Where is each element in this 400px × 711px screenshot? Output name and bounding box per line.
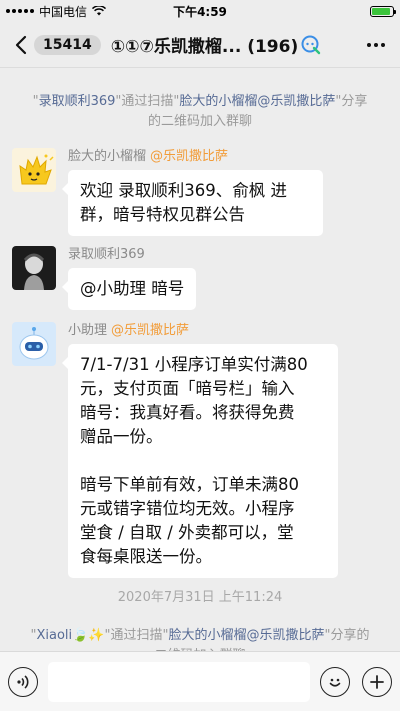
message-text-input[interactable] (48, 661, 310, 702)
sender-name-text: 小助理 (68, 323, 108, 338)
status-time: 下午4:59 (173, 4, 227, 19)
chat-message-list[interactable]: "录取顺利369"通过扫描"脸大的小榴榴@乐凯撒比萨"分享的二维码加入群聊 脸大… (0, 68, 400, 651)
message-input-bar (0, 651, 400, 711)
more-options-icon[interactable] (362, 42, 390, 47)
sys-user-link[interactable]: Xiaoli🍃✨ (36, 628, 104, 643)
system-join-notice: "Xiaoli🍃✨"通过扫描"脸大的小榴榴@乐凯撒比萨"分享的二维码加入群聊 (0, 626, 400, 651)
carrier-label: 中国电信 (39, 4, 88, 19)
message-timestamp: 2020年7月31日 上午11:24 (117, 590, 283, 605)
unread-count-badge[interactable]: 15414 (34, 34, 101, 55)
message-bubble[interactable]: 欢迎 录取顺利369、俞枫 进 群，暗号特权见群公告 (62, 170, 323, 236)
sender-org-tag: @乐凯撒比萨 (111, 323, 190, 338)
chat-message: 小助理 @乐凯撒比萨 7/1-7/31 小程序订单实付满80 元，支付页面「暗号栏… (12, 322, 338, 578)
system-join-notice: "录取顺利369"通过扫描"脸大的小榴榴@乐凯撒比萨"分享的二维码加入群聊 (0, 92, 400, 132)
voice-input-icon[interactable] (8, 666, 38, 697)
sys-user-link[interactable]: 录取顺利369 (39, 94, 116, 109)
sender-name-text: 脸大的小榴榴 (68, 149, 147, 164)
sys-inviter-link[interactable]: 脸大的小榴榴@乐凯撒比萨 (179, 94, 335, 109)
chat-title: ①①⑦乐凯撒榴... (196) (111, 32, 344, 57)
sys-mid-text: "通过扫描" (115, 94, 180, 109)
avatar-user-photo[interactable] (12, 246, 56, 290)
avatar-durian-mascot[interactable] (12, 148, 56, 192)
sender-name: 小助理 @乐凯撒比萨 (68, 322, 338, 340)
sender-org-tag: @乐凯撒比萨 (150, 149, 229, 164)
avatar-robot[interactable] (12, 322, 56, 366)
status-bar: 中国电信 下午4:59 (0, 0, 400, 22)
sys-inviter-link[interactable]: 脸大的小榴榴@乐凯撒比萨 (169, 628, 325, 643)
battery-icon (370, 5, 396, 17)
message-bubble[interactable]: @小助理 暗号 (61, 268, 197, 310)
back-chevron-icon[interactable] (10, 34, 32, 56)
chat-title-text: ①①⑦乐凯撒榴... (196) (110, 37, 299, 57)
message-bubble[interactable]: 7/1-7/31 小程序订单实付满80 元，支付页面「暗号栏」输入 暗号：我真好… (62, 344, 338, 578)
more-functions-plus-icon[interactable] (362, 666, 392, 697)
chat-message: 录取顺利369 @小助理 暗号 (12, 246, 197, 310)
signal-icon (6, 9, 34, 13)
sender-name-text: 录取顺利369 (68, 247, 145, 262)
chat-header: 15414 ①①⑦乐凯撒榴... (196) (0, 22, 400, 68)
emoji-icon[interactable] (320, 666, 350, 697)
wifi-icon (92, 6, 107, 16)
enterprise-group-icon (301, 35, 321, 54)
sys-mid-text: "通过扫描" (104, 628, 169, 643)
sender-name: 录取顺利369 (68, 246, 196, 264)
sender-name: 脸大的小榴榴 @乐凯撒比萨 (68, 148, 323, 166)
chat-message: 脸大的小榴榴 @乐凯撒比萨 欢迎 录取顺利369、俞枫 进 群，暗号特权见群公告 (12, 148, 323, 236)
